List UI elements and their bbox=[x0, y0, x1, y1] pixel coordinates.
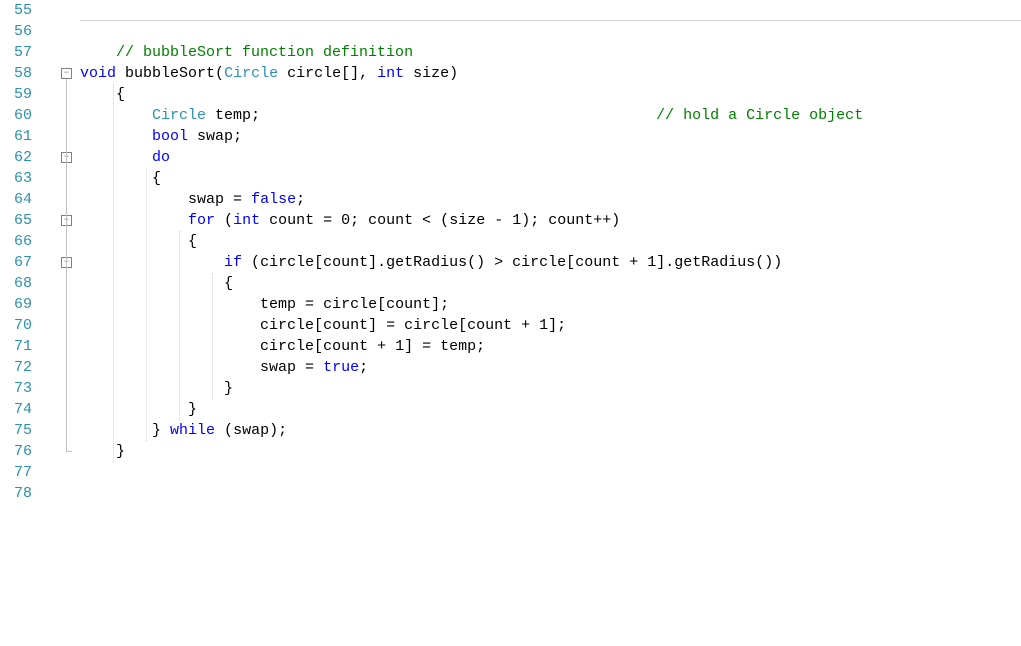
line-number: 68 bbox=[0, 273, 32, 294]
code-line[interactable]: { bbox=[80, 84, 1021, 105]
fold-gutter: −−−− bbox=[58, 0, 76, 504]
code-line[interactable] bbox=[80, 21, 1021, 42]
line-number: 56 bbox=[0, 21, 32, 42]
code-line[interactable]: do bbox=[80, 147, 1021, 168]
line-number: 60 bbox=[0, 105, 32, 126]
code-line[interactable]: { bbox=[80, 273, 1021, 294]
indent-guide bbox=[179, 231, 180, 420]
line-separator bbox=[80, 20, 1021, 21]
code-line[interactable]: for (int count = 0; count < (size - 1); … bbox=[80, 210, 1021, 231]
fold-end-marker bbox=[66, 451, 72, 452]
fold-collapse-icon[interactable]: − bbox=[61, 68, 72, 79]
line-number: 58 bbox=[0, 63, 32, 84]
line-number: 57 bbox=[0, 42, 32, 63]
code-line[interactable]: if (circle[count].getRadius() > circle[c… bbox=[80, 252, 1021, 273]
code-line[interactable]: swap = true; bbox=[80, 357, 1021, 378]
line-number: 76 bbox=[0, 441, 32, 462]
line-number: 72 bbox=[0, 357, 32, 378]
code-line[interactable]: void bubbleSort(Circle circle[], int siz… bbox=[80, 63, 1021, 84]
line-number: 61 bbox=[0, 126, 32, 147]
line-number: 66 bbox=[0, 231, 32, 252]
code-editor[interactable]: // bubbleSort function definitionvoid bu… bbox=[76, 0, 1021, 504]
code-line[interactable] bbox=[80, 483, 1021, 504]
code-line[interactable]: } bbox=[80, 378, 1021, 399]
indent-guide bbox=[113, 84, 114, 462]
line-number: 59 bbox=[0, 84, 32, 105]
code-line[interactable]: temp = circle[count]; bbox=[80, 294, 1021, 315]
code-line[interactable]: } bbox=[80, 441, 1021, 462]
line-number: 62 bbox=[0, 147, 32, 168]
line-number: 69 bbox=[0, 294, 32, 315]
code-line[interactable]: { bbox=[80, 231, 1021, 252]
code-line[interactable] bbox=[80, 0, 1021, 21]
fold-guide-line bbox=[66, 79, 67, 451]
line-number: 74 bbox=[0, 399, 32, 420]
line-number: 73 bbox=[0, 378, 32, 399]
line-number: 67 bbox=[0, 252, 32, 273]
line-number: 71 bbox=[0, 336, 32, 357]
line-number: 65 bbox=[0, 210, 32, 231]
code-line[interactable] bbox=[80, 462, 1021, 483]
line-number: 77 bbox=[0, 462, 32, 483]
line-number: 63 bbox=[0, 168, 32, 189]
code-line[interactable]: circle[count] = circle[count + 1]; bbox=[80, 315, 1021, 336]
code-line[interactable]: bool swap; bbox=[80, 126, 1021, 147]
code-line[interactable]: swap = false; bbox=[80, 189, 1021, 210]
line-number-gutter: 5556575859606162636465666768697071727374… bbox=[0, 0, 40, 504]
code-line[interactable]: // bubbleSort function definition bbox=[80, 42, 1021, 63]
line-number: 55 bbox=[0, 0, 32, 21]
code-line[interactable]: Circle temp; // hold a Circle object bbox=[80, 105, 1021, 126]
indent-guide bbox=[212, 273, 213, 399]
indent-guide bbox=[146, 168, 147, 441]
code-line[interactable]: { bbox=[80, 168, 1021, 189]
line-number: 75 bbox=[0, 420, 32, 441]
line-number: 70 bbox=[0, 315, 32, 336]
code-line[interactable]: circle[count + 1] = temp; bbox=[80, 336, 1021, 357]
code-line[interactable]: } bbox=[80, 399, 1021, 420]
line-number: 78 bbox=[0, 483, 32, 504]
glyph-margin bbox=[40, 0, 58, 504]
line-number: 64 bbox=[0, 189, 32, 210]
code-line[interactable]: } while (swap); bbox=[80, 420, 1021, 441]
